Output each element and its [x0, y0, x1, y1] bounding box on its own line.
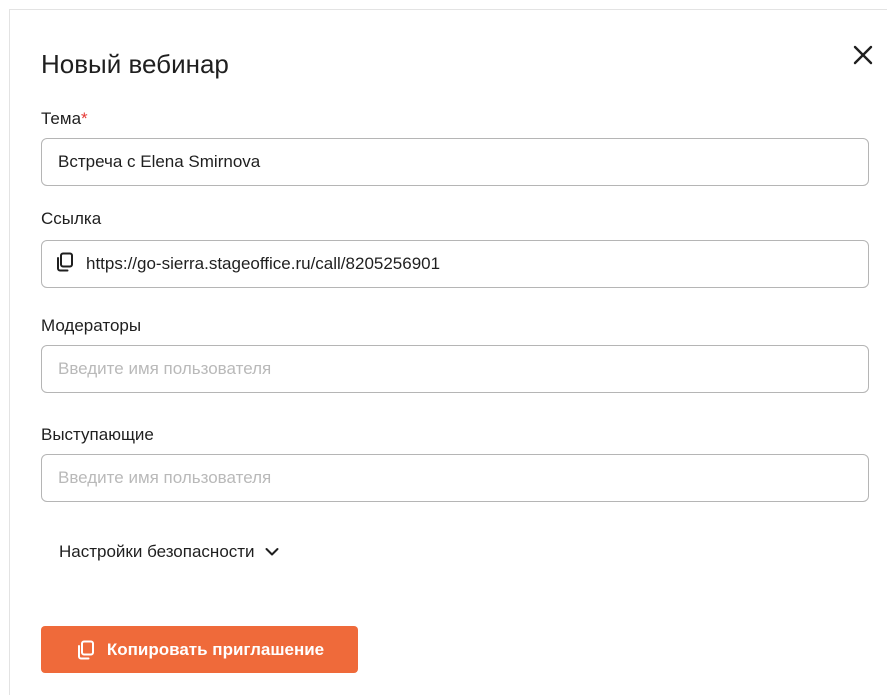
security-settings-label: Настройки безопасности — [59, 542, 255, 561]
link-field[interactable]: https://go-sierra.stageoffice.ru/call/82… — [41, 240, 869, 288]
copy-invitation-button[interactable]: Копировать приглашение — [41, 626, 358, 673]
dialog-title: Новый вебинар — [41, 49, 229, 79]
topic-label-text: Тема — [41, 109, 82, 128]
copy-icon[interactable] — [54, 251, 76, 278]
new-webinar-dialog: Новый вебинар Тема* Ссылка https://go-si… — [9, 9, 887, 695]
topic-label: Тема* — [41, 108, 88, 130]
topic-field[interactable] — [41, 138, 869, 186]
link-value: https://go-sierra.stageoffice.ru/call/82… — [86, 254, 441, 273]
moderators-field[interactable] — [41, 345, 869, 393]
security-settings-toggle[interactable]: Настройки безопасности — [59, 542, 279, 562]
speakers-label: Выступающие — [41, 425, 154, 444]
topic-input[interactable] — [56, 152, 854, 172]
required-mark: * — [81, 109, 88, 128]
close-button[interactable] — [850, 42, 876, 68]
moderators-input[interactable] — [56, 359, 854, 379]
speakers-input[interactable] — [56, 468, 854, 488]
link-label: Ссылка — [41, 209, 102, 228]
copy-icon — [77, 640, 94, 659]
moderators-label: Модераторы — [41, 316, 142, 335]
copy-invitation-label: Копировать приглашение — [106, 639, 325, 659]
close-icon — [853, 45, 873, 65]
speakers-field[interactable] — [41, 454, 869, 502]
chevron-down-icon — [265, 548, 279, 556]
